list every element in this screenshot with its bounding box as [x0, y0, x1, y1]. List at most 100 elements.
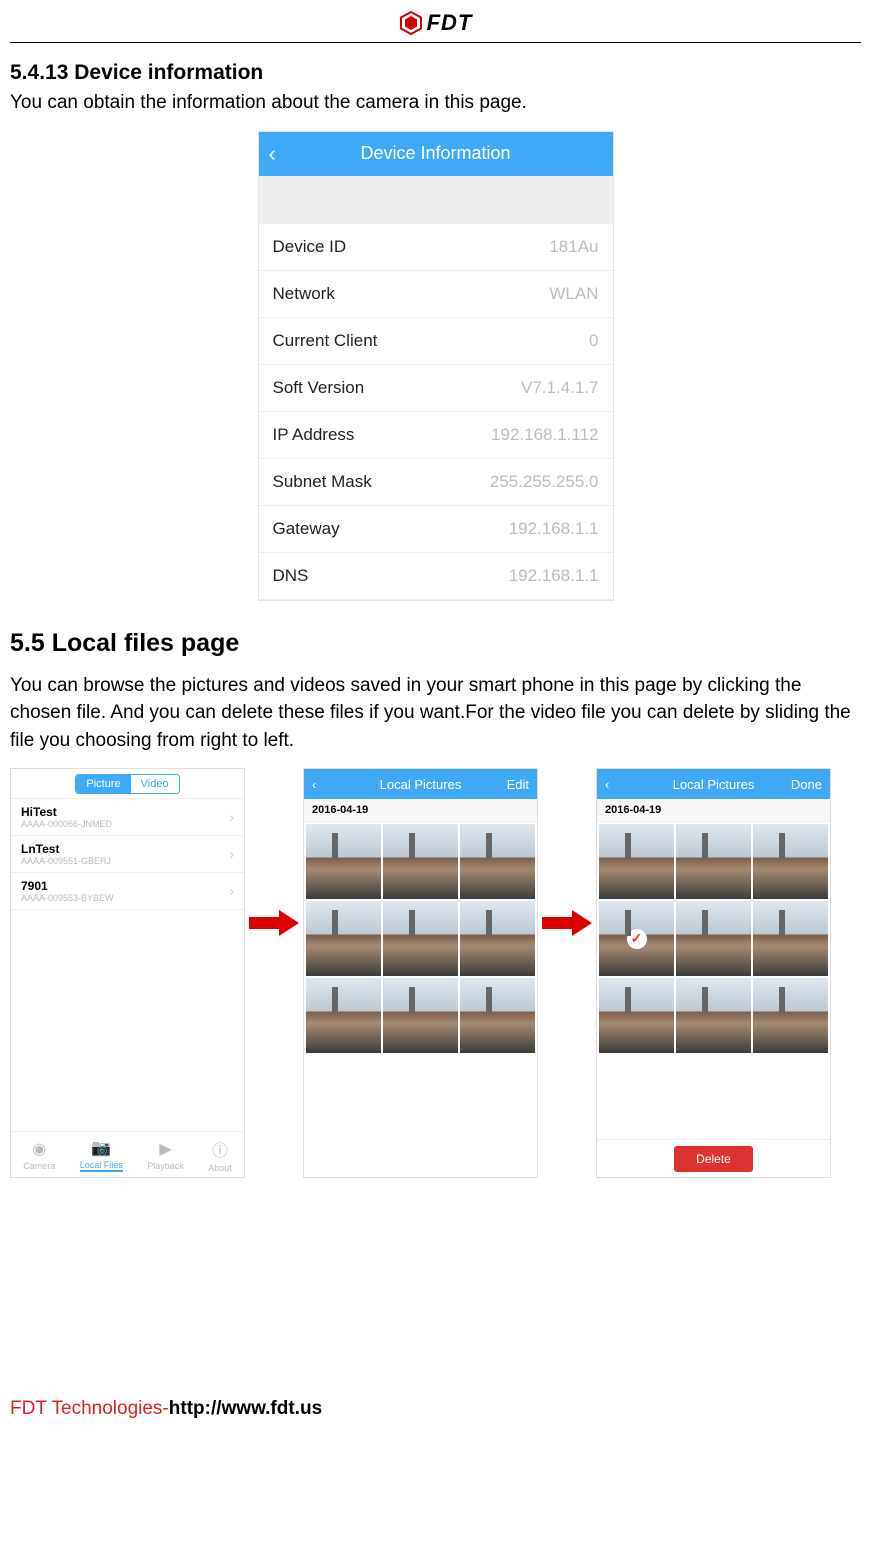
tab-camera[interactable]: ◉Camera — [23, 1139, 55, 1171]
info-row: DNS 192.168.1.1 — [259, 553, 613, 600]
info-label: Current Client — [273, 331, 378, 351]
image-icon: 📷 — [91, 1138, 111, 1158]
delete-bar: Delete — [597, 1139, 830, 1177]
info-label: Gateway — [273, 519, 340, 539]
thumbnail[interactable] — [460, 901, 535, 976]
thumbnail[interactable] — [306, 901, 381, 976]
thumbnail[interactable] — [753, 901, 828, 976]
thumbnail[interactable] — [676, 978, 751, 1053]
local-pictures-edit-screenshot: ‹ Local Pictures Done 2016-04-19 ✓ — [596, 768, 831, 1178]
folder-sub: AAAA-009553-BYBEW — [21, 893, 114, 903]
thumbnail[interactable] — [306, 978, 381, 1053]
back-icon[interactable]: ‹ — [269, 141, 276, 167]
chevron-right-icon: › — [229, 846, 234, 862]
thumbnail[interactable] — [599, 824, 674, 899]
tab-about[interactable]: ⓘAbout — [208, 1137, 232, 1173]
pictures-header: ‹ Local Pictures Edit — [304, 769, 537, 799]
info-icon: ⓘ — [212, 1137, 228, 1161]
folder-list: HiTestAAAA-000066-JNMED › LnTestAAAA-009… — [11, 799, 244, 1131]
info-row: Network WLAN — [259, 271, 613, 318]
section-intro-device-info: You can obtain the information about the… — [10, 89, 861, 117]
chevron-right-icon: › — [229, 809, 234, 825]
brand-text: FDT — [427, 10, 473, 36]
thumbnail[interactable] — [753, 824, 828, 899]
info-row: Subnet Mask255.255.255.0 — [259, 459, 613, 506]
done-button[interactable]: Done — [791, 777, 822, 792]
local-files-list-screenshot: Picture Video HiTestAAAA-000066-JNMED › … — [10, 768, 245, 1178]
device-info-titlebar: ‹ Device Information — [259, 132, 613, 176]
pictures-title: Local Pictures — [380, 777, 462, 792]
info-value: 0 — [589, 331, 598, 351]
logo-icon — [399, 11, 423, 35]
brand-logo: FDT — [399, 10, 473, 36]
info-value: 192.168.1.1 — [509, 566, 599, 586]
section-heading-local-files: 5.5 Local files page — [10, 629, 861, 658]
info-label: Network — [273, 284, 335, 304]
info-value: V7.1.4.1.7 — [521, 378, 599, 398]
thumbnail[interactable] — [599, 978, 674, 1053]
folder-title: LnTest — [21, 842, 111, 856]
edit-button[interactable]: Edit — [507, 777, 529, 792]
info-row: IP Address192.168.1.112 — [259, 412, 613, 459]
info-row: Device ID 181Au — [259, 224, 613, 271]
thumbnail[interactable] — [383, 978, 458, 1053]
tab-playback[interactable]: ▶Playback — [147, 1139, 184, 1171]
folder-row[interactable]: 7901AAAA-009553-BYBEW › — [11, 873, 244, 910]
thumbnail[interactable] — [306, 824, 381, 899]
tab-video[interactable]: Video — [131, 775, 179, 793]
thumbnail[interactable] — [460, 824, 535, 899]
folder-title: HiTest — [21, 805, 112, 819]
pictures-header-edit: ‹ Local Pictures Done — [597, 769, 830, 799]
check-icon: ✓ — [627, 929, 647, 949]
info-label: DNS — [273, 566, 309, 586]
thumbnail-grid: ✓ — [597, 822, 830, 1055]
folder-sub: AAAA-009551-GBERJ — [21, 856, 111, 866]
info-value: 192.168.1.1 — [509, 519, 599, 539]
thumbnail-selected[interactable]: ✓ — [599, 901, 674, 976]
info-row: Soft Version V7.1.4.1.7 — [259, 365, 613, 412]
status-gap — [259, 176, 613, 224]
info-value: 181Au — [549, 237, 598, 257]
play-icon: ▶ — [159, 1139, 171, 1159]
delete-button[interactable]: Delete — [674, 1146, 753, 1172]
local-files-screenshots: Picture Video HiTestAAAA-000066-JNMED › … — [10, 768, 861, 1178]
folder-title: 7901 — [21, 879, 114, 893]
thumbnail-area — [304, 822, 537, 1177]
thumbnail[interactable] — [383, 901, 458, 976]
device-info-title: Device Information — [360, 143, 510, 164]
chevron-right-icon: › — [229, 883, 234, 899]
page-footer: FDT Technologies-http://www.fdt.us — [0, 1398, 871, 1440]
bottom-tabbar: ◉Camera 📷Local Files ▶Playback ⓘAbout — [11, 1131, 244, 1177]
thumbnail[interactable] — [676, 901, 751, 976]
section-heading-device-info: 5.4.13 Device information — [10, 61, 861, 85]
local-pictures-screenshot: ‹ Local Pictures Edit 2016-04-19 — [303, 768, 538, 1178]
back-icon[interactable]: ‹ — [312, 777, 316, 792]
folder-row[interactable]: LnTestAAAA-009551-GBERJ › — [11, 836, 244, 873]
back-icon[interactable]: ‹ — [605, 777, 609, 792]
date-header: 2016-04-19 — [304, 799, 537, 822]
thumbnail-area: ✓ — [597, 822, 830, 1139]
info-label: IP Address — [273, 425, 355, 445]
info-label: Subnet Mask — [273, 472, 372, 492]
tab-picture[interactable]: Picture — [76, 775, 130, 793]
thumbnail-grid — [304, 822, 537, 1055]
arrow-right-icon — [542, 908, 592, 938]
folder-row[interactable]: HiTestAAAA-000066-JNMED › — [11, 799, 244, 836]
info-label: Device ID — [273, 237, 347, 257]
picture-video-toggle[interactable]: Picture Video — [75, 774, 179, 794]
tab-local-files[interactable]: 📷Local Files — [80, 1138, 123, 1172]
info-value: WLAN — [549, 284, 598, 304]
thumbnail[interactable] — [460, 978, 535, 1053]
device-info-screenshot: ‹ Device Information Device ID 181Au Netw… — [258, 131, 614, 601]
info-row: Gateway 192.168.1.1 — [259, 506, 613, 553]
thumbnail[interactable] — [753, 978, 828, 1053]
folder-sub: AAAA-000066-JNMED — [21, 819, 112, 829]
thumbnail[interactable] — [676, 824, 751, 899]
footer-company: FDT Technologies- — [10, 1398, 169, 1419]
info-label: Soft Version — [273, 378, 365, 398]
pictures-title: Local Pictures — [673, 777, 755, 792]
camera-icon: ◉ — [32, 1139, 46, 1159]
arrow-right-icon — [249, 908, 299, 938]
thumbnail[interactable] — [383, 824, 458, 899]
info-row: Current Client 0 — [259, 318, 613, 365]
